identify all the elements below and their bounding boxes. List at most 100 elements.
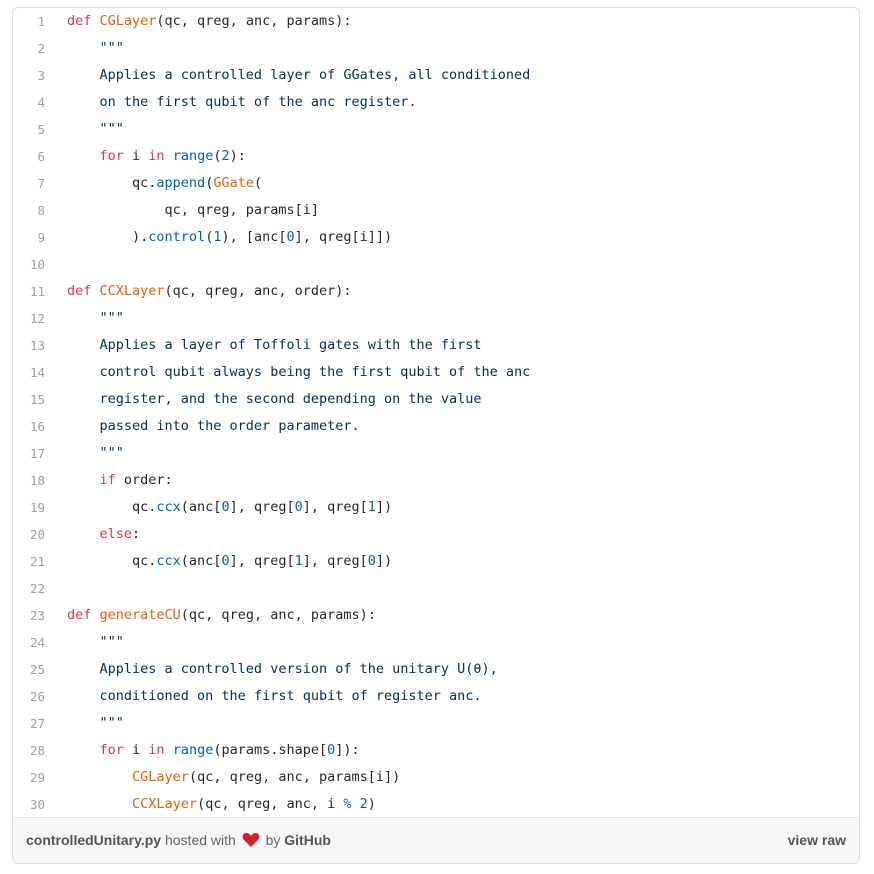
- code-token: qc.: [67, 499, 157, 515]
- line-number[interactable]: 13: [13, 332, 45, 359]
- code-line: 26 conditioned on the first qubit of reg…: [13, 683, 859, 710]
- code-line: 28 for i in range(params.shape[0]):: [13, 737, 859, 764]
- line-number[interactable]: 9: [13, 224, 45, 251]
- gist-meta: controlledUnitary.py hosted with by GitH…: [26, 832, 331, 851]
- code-token: CCXLayer: [99, 283, 165, 299]
- file-link[interactable]: controlledUnitary.py: [26, 832, 161, 848]
- view-raw-link[interactable]: view raw: [788, 832, 846, 848]
- code-line: 29 CGLayer(qc, qreg, anc, params[i]): [13, 764, 859, 791]
- heart-icon: [242, 832, 260, 851]
- line-number[interactable]: 14: [13, 359, 45, 386]
- code-text: CCXLayer(qc, qreg, anc, i % 2): [67, 791, 376, 818]
- line-number[interactable]: 1: [13, 8, 45, 35]
- line-number[interactable]: 17: [13, 440, 45, 467]
- line-number[interactable]: 8: [13, 197, 45, 224]
- code-token: register, and the second depending on th…: [67, 391, 482, 407]
- code-token: :: [132, 526, 141, 542]
- code-token: Applies a controlled layer of GGates, al…: [67, 67, 531, 83]
- by-text: by: [265, 832, 281, 848]
- line-number[interactable]: 26: [13, 683, 45, 710]
- line-number[interactable]: 20: [13, 521, 45, 548]
- code-token: def: [67, 607, 100, 623]
- code-text: for i in range(params.shape[0]):: [67, 737, 360, 764]
- line-number[interactable]: 12: [13, 305, 45, 332]
- code-token: ], qreg[: [229, 499, 295, 515]
- code-token: control qubit always being the first qub…: [67, 364, 531, 380]
- code-text: """: [67, 116, 124, 143]
- code-line: 15 register, and the second depending on…: [13, 386, 859, 413]
- code-token: (qc, qreg, anc, i: [197, 796, 344, 812]
- line-number[interactable]: 4: [13, 89, 45, 116]
- line-number[interactable]: 30: [13, 791, 45, 818]
- code-line: 13 Applies a layer of Toffoli gates with…: [13, 332, 859, 359]
- line-number[interactable]: 21: [13, 548, 45, 575]
- code-text: """: [67, 440, 124, 467]
- hosted-with-text: hosted with: [164, 832, 236, 848]
- code-token: if: [99, 472, 116, 488]
- line-number[interactable]: 23: [13, 602, 45, 629]
- code-token: """: [67, 40, 124, 56]
- code-text: CGLayer(qc, qreg, anc, params[i]): [67, 764, 400, 791]
- code-token: (anc[: [180, 499, 222, 515]
- code-token: """: [67, 310, 124, 326]
- line-number[interactable]: 29: [13, 764, 45, 791]
- code-text: qc.append(GGate(: [67, 170, 262, 197]
- line-number[interactable]: 2: [13, 35, 45, 62]
- code-token: 0: [286, 229, 295, 245]
- code-token: 2: [359, 796, 368, 812]
- code-text: """: [67, 305, 124, 332]
- line-number[interactable]: 7: [13, 170, 45, 197]
- code-token: control: [148, 229, 206, 245]
- code-text: def CGLayer(qc, qreg, anc, params):: [67, 8, 352, 35]
- line-number[interactable]: 3: [13, 62, 45, 89]
- code-token: ], qreg[i]]): [294, 229, 393, 245]
- code-token: range: [172, 742, 214, 758]
- github-link[interactable]: GitHub: [284, 832, 331, 848]
- code-token: append: [156, 175, 206, 191]
- code-line: 27 """: [13, 710, 859, 737]
- code-token: 1: [367, 499, 376, 515]
- line-number[interactable]: 19: [13, 494, 45, 521]
- line-number[interactable]: 24: [13, 629, 45, 656]
- line-number[interactable]: 27: [13, 710, 45, 737]
- code-line: 19 qc.ccx(anc[0], qreg[0], qreg[1]): [13, 494, 859, 521]
- line-number[interactable]: 28: [13, 737, 45, 764]
- code-text: register, and the second depending on th…: [67, 386, 482, 413]
- code-token: ], qreg[: [229, 553, 295, 569]
- code-text: passed into the order parameter.: [67, 413, 360, 440]
- code-token: 2: [221, 148, 230, 164]
- code-line: 10: [13, 251, 859, 278]
- code-line: 3 Applies a controlled layer of GGates, …: [13, 62, 859, 89]
- line-number[interactable]: 22: [13, 575, 45, 602]
- code-token: (qc, qreg, anc, params):: [180, 607, 376, 623]
- line-number[interactable]: 18: [13, 467, 45, 494]
- code-token: """: [67, 121, 124, 137]
- code-text: def generateCU(qc, qreg, anc, params):: [67, 602, 376, 629]
- code-token: %: [343, 796, 352, 812]
- line-number[interactable]: 11: [13, 278, 45, 305]
- line-number[interactable]: 6: [13, 143, 45, 170]
- code-token: passed into the order parameter.: [67, 418, 360, 434]
- line-number[interactable]: 5: [13, 116, 45, 143]
- code-line: 17 """: [13, 440, 859, 467]
- code-line: 25 Applies a controlled version of the u…: [13, 656, 859, 683]
- code-token: CCXLayer: [132, 796, 198, 812]
- line-number[interactable]: 25: [13, 656, 45, 683]
- code-token: on the first qubit of the anc register.: [67, 94, 417, 110]
- code-token: for: [99, 148, 124, 164]
- code-text: Applies a layer of Toffoli gates with th…: [67, 332, 482, 359]
- code-token: GGate: [213, 175, 254, 191]
- code-line: 18 if order:: [13, 467, 859, 494]
- code-text: if order:: [67, 467, 173, 494]
- code-line: 8 qc, qreg, params[i]: [13, 197, 859, 224]
- line-number[interactable]: 15: [13, 386, 45, 413]
- code-text: on the first qubit of the anc register.: [67, 89, 417, 116]
- code-token: ]):: [335, 742, 360, 758]
- line-number[interactable]: 10: [13, 251, 45, 278]
- code-text: for i in range(2):: [67, 143, 246, 170]
- code-text: Applies a controlled layer of GGates, al…: [67, 62, 531, 89]
- line-number[interactable]: 16: [13, 413, 45, 440]
